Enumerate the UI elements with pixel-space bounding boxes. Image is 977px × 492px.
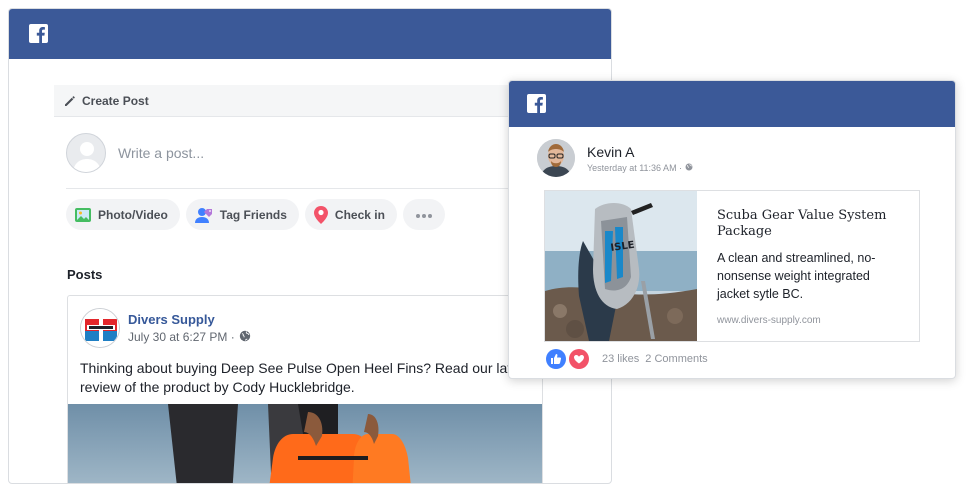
tag-friends-button[interactable]: Tag Friends (185, 199, 299, 230)
post-card: Divers Supply July 30 at 6:27 PM · Think… (67, 295, 543, 483)
photo-video-button[interactable]: Photo/Video (66, 199, 180, 230)
facebook-logo-icon[interactable] (527, 94, 546, 113)
create-post-card: Create Post Write a post... Photo/Video … (54, 85, 574, 240)
link-url[interactable]: www.divers-supply.com (717, 315, 901, 326)
love-reaction-icon[interactable] (569, 349, 589, 369)
check-in-label: Check in (334, 207, 385, 222)
tag-friends-icon (194, 206, 214, 224)
post-body-text: Thinking about buying Deep See Pulse Ope… (80, 360, 530, 395)
pencil-icon (64, 95, 76, 107)
globe-icon (239, 330, 251, 345)
globe-icon (685, 163, 693, 173)
facebook-header-bar-secondary (509, 81, 955, 127)
user-avatar-placeholder (66, 132, 106, 173)
link-preview-card[interactable]: ISLE Scuba Gear Value System Package A c… (544, 190, 920, 342)
more-dots-icon (415, 206, 433, 224)
facebook-header-bar (9, 9, 611, 59)
shared-post-time-text[interactable]: Yesterday at 11:36 AM · (587, 163, 682, 173)
divers-supply-avatar[interactable] (80, 308, 120, 348)
post-timestamp: July 30 at 6:27 PM · (128, 330, 251, 345)
link-title[interactable]: Scuba Gear Value System Package (717, 208, 901, 240)
post-time-text[interactable]: July 30 at 6:27 PM · (128, 330, 235, 344)
check-in-button[interactable]: Check in (304, 199, 397, 230)
facebook-logo-icon[interactable] (29, 24, 48, 43)
post-header: Divers Supply July 30 at 6:27 PM · (68, 296, 542, 348)
tag-friends-label: Tag Friends (219, 207, 287, 222)
composer-row: Write a post... (66, 117, 562, 189)
create-post-header[interactable]: Create Post (54, 85, 574, 117)
location-pin-icon (313, 205, 329, 225)
photo-icon (74, 206, 92, 224)
post-photo[interactable] (68, 404, 542, 483)
likes-count[interactable]: 23 likes (602, 353, 639, 365)
comments-count[interactable]: 2 Comments (645, 353, 707, 365)
more-options-button[interactable] (402, 199, 445, 230)
shared-post-author[interactable]: Kevin A (587, 144, 693, 160)
composer-actions: Photo/Video Tag Friends Check in (54, 189, 574, 240)
shared-post-header: Kevin A Yesterday at 11:36 AM · (537, 139, 693, 177)
kevin-avatar[interactable] (537, 139, 575, 177)
link-preview-image[interactable]: ISLE (545, 191, 697, 341)
posts-section-title: Posts (67, 267, 103, 282)
reaction-stats: 23 likes 2 Comments (602, 353, 708, 365)
create-post-label: Create Post (82, 93, 149, 108)
like-reaction-icon[interactable] (546, 349, 566, 369)
post-author-link[interactable]: Divers Supply (128, 312, 251, 327)
facebook-window-shared-post: Kevin A Yesterday at 11:36 AM · ISLE Scu… (508, 80, 956, 379)
link-description: A clean and streamlined, no-nonsense wei… (717, 251, 876, 301)
reactions-bar: 23 likes 2 Comments (546, 349, 708, 369)
shared-post-timestamp: Yesterday at 11:36 AM · (587, 163, 693, 173)
photo-video-label: Photo/Video (98, 207, 168, 222)
post-input[interactable]: Write a post... (118, 145, 204, 161)
